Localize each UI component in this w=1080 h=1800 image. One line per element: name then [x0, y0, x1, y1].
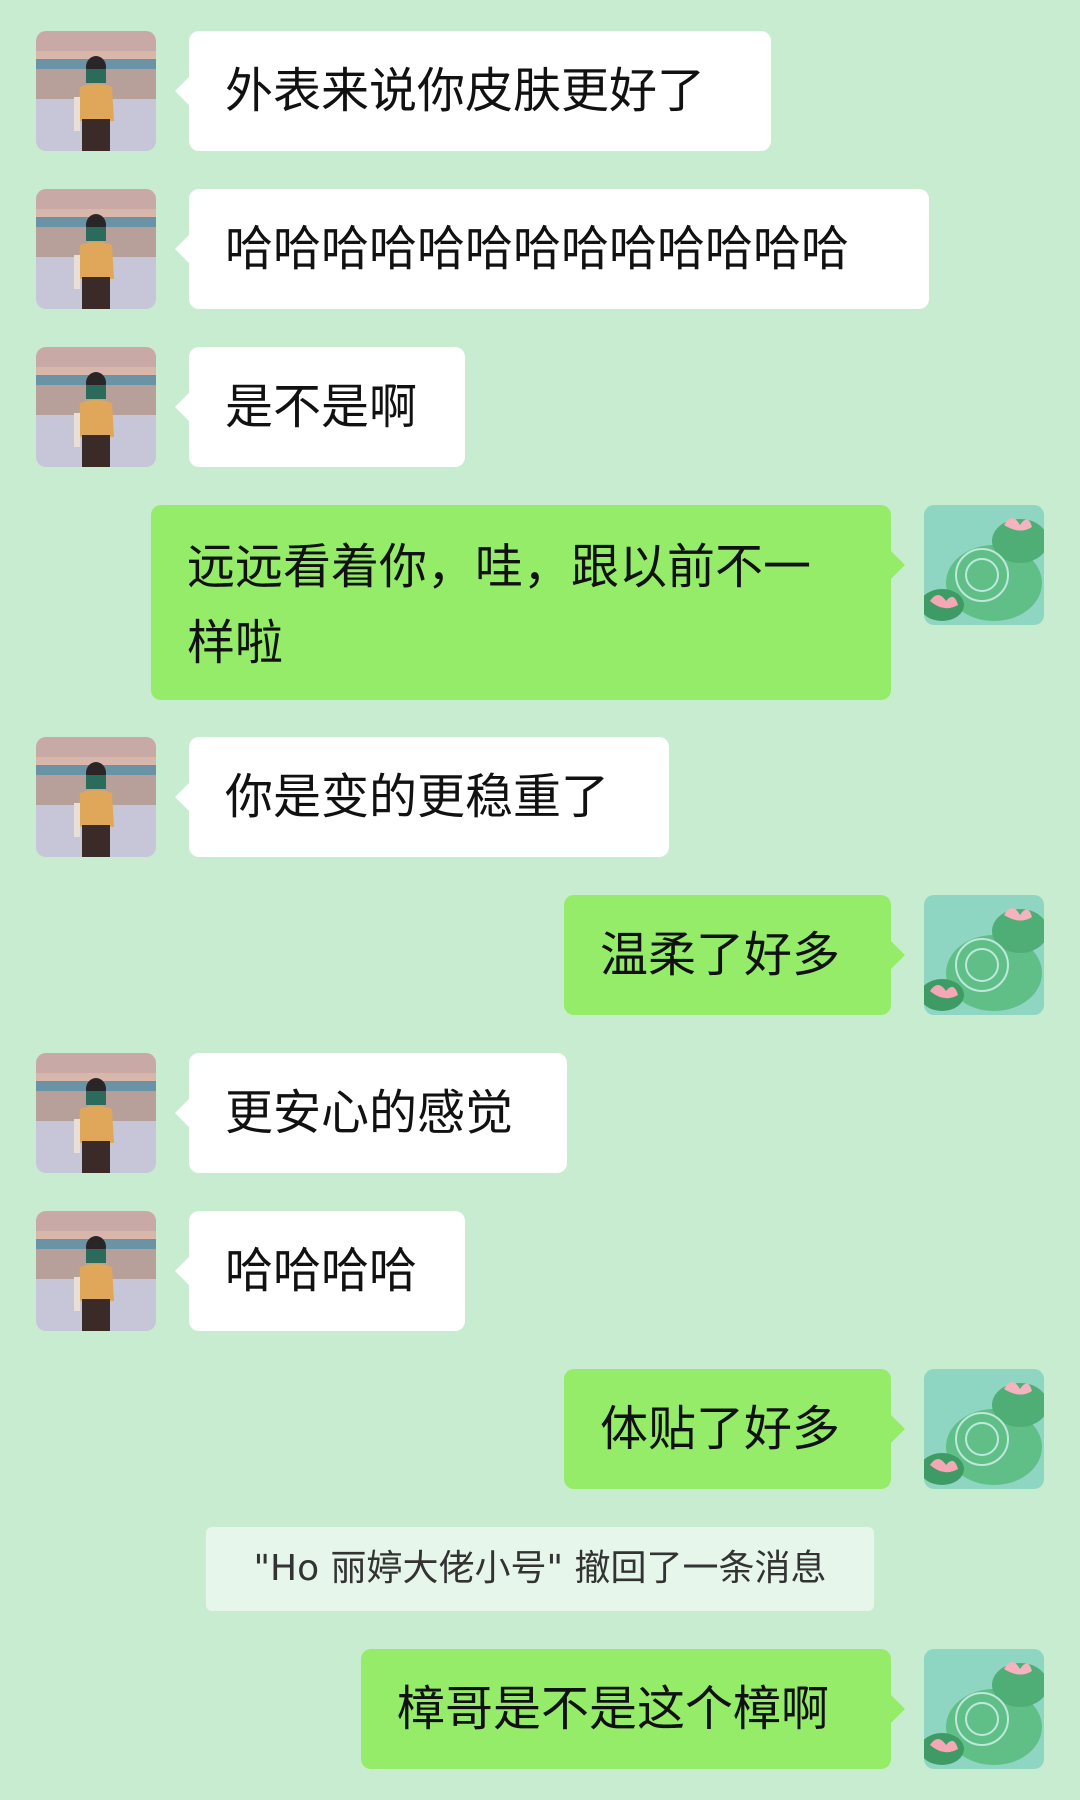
contact-avatar-icon[interactable] — [36, 189, 156, 309]
outgoing-message-bubble[interactable]: 体贴了好多 — [564, 1369, 905, 1489]
self-avatar-icon[interactable] — [924, 895, 1044, 1015]
contact-avatar-icon[interactable] — [36, 347, 156, 467]
incoming-message-bubble[interactable]: 你是变的更稳重了 — [175, 737, 669, 857]
outgoing-message-bubble[interactable]: 远远看着你，哇，跟以前不一样啦 — [151, 505, 905, 700]
incoming-message-bubble[interactable]: 哈哈哈哈哈哈哈哈哈哈哈哈哈 — [175, 189, 929, 309]
outgoing-message-bubble[interactable]: 温柔了好多 — [564, 895, 905, 1015]
self-avatar-icon[interactable] — [924, 1369, 1044, 1489]
self-avatar-icon[interactable] — [924, 1649, 1044, 1769]
incoming-message-bubble[interactable]: 哈哈哈哈 — [175, 1211, 465, 1331]
incoming-message-bubble[interactable]: 是不是啊 — [175, 347, 465, 467]
incoming-message-bubble[interactable]: 更安心的感觉 — [175, 1053, 567, 1173]
recall-system-notice: "Ho 丽婷大佬小号" 撤回了一条消息 — [206, 1527, 874, 1611]
contact-avatar-icon[interactable] — [36, 1211, 156, 1331]
contact-avatar-icon[interactable] — [36, 31, 156, 151]
contact-avatar-icon[interactable] — [36, 737, 156, 857]
incoming-message-bubble[interactable]: 外表来说你皮肤更好了 — [175, 31, 771, 151]
self-avatar-icon[interactable] — [924, 505, 1044, 625]
contact-avatar-icon[interactable] — [36, 1053, 156, 1173]
outgoing-message-bubble[interactable]: 樟哥是不是这个樟啊 — [361, 1649, 905, 1769]
